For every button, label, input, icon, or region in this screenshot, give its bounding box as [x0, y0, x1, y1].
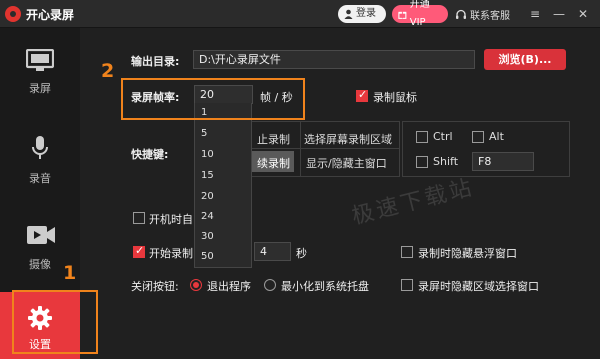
start-record-seconds-input[interactable]: 4: [254, 242, 291, 261]
headset-icon: [456, 9, 466, 19]
login-label: 登录: [356, 8, 376, 19]
hotkey-key-input[interactable]: F8: [472, 152, 534, 171]
annotation-number-1: 1: [63, 262, 77, 284]
app-title: 开心录屏: [26, 8, 75, 22]
vip-label: 开通VIP: [409, 0, 430, 28]
hotkey-action-resume[interactable]: 续录制: [257, 155, 290, 171]
microphone-icon: [32, 136, 48, 159]
framerate-option[interactable]: 50: [201, 251, 214, 262]
framerate-option[interactable]: 20: [201, 191, 214, 202]
title-bar: 开心录屏 登录 开通VIP 联系客服 ≡ — ✕: [0, 0, 600, 28]
hotkey-action-select-region[interactable]: 选择屏幕录制区域: [304, 131, 392, 147]
close-exit-radio[interactable]: [190, 279, 202, 291]
hide-float-checkbox[interactable]: [401, 246, 413, 258]
ctrl-label: Ctrl: [433, 130, 453, 143]
sidebar-item-audio[interactable]: 录音: [0, 126, 80, 192]
output-dir-label: 输出目录:: [131, 55, 180, 68]
gift-icon: [398, 11, 407, 19]
framerate-option[interactable]: 24: [201, 211, 214, 222]
service-label: 联系客服: [470, 11, 510, 22]
hide-region-checkbox[interactable]: [401, 279, 413, 291]
annotation-number-2: 2: [101, 60, 115, 82]
framerate-option[interactable]: 15: [201, 170, 214, 181]
close-icon[interactable]: ✕: [576, 7, 590, 21]
watermark-text: 极速下载站: [349, 175, 477, 230]
framerate-option[interactable]: 5: [201, 128, 207, 139]
app-logo-icon: [5, 6, 21, 22]
sidebar-item-label: 录音: [29, 172, 51, 185]
browse-button[interactable]: 浏览(B)...: [484, 49, 566, 70]
startup-checkbox[interactable]: [133, 212, 145, 224]
shift-label: Shift: [433, 155, 459, 168]
user-icon: [344, 9, 353, 19]
minimize-icon[interactable]: —: [552, 7, 566, 21]
start-record-checkbox[interactable]: [133, 244, 145, 258]
hotkeys-label: 快捷键:: [131, 148, 169, 161]
output-dir-input[interactable]: D:\开心录屏文件: [193, 50, 475, 69]
hotkey-action-stop[interactable]: 止录制: [257, 131, 290, 147]
hide-region-label: 录屏时隐藏区域选择窗口: [418, 280, 539, 293]
contact-service-link[interactable]: 联系客服: [455, 7, 510, 22]
close-minimize-radio[interactable]: [264, 279, 276, 291]
shift-checkbox[interactable]: [416, 156, 428, 168]
camera-icon: [27, 226, 55, 244]
sidebar-item-label: 录屏: [29, 82, 51, 95]
framerate-option[interactable]: 30: [201, 231, 214, 242]
startup-label: 开机时自: [149, 213, 193, 226]
menu-icon[interactable]: ≡: [528, 7, 542, 21]
close-minimize-label: 最小化到系统托盘: [281, 280, 369, 293]
sidebar-item-screen[interactable]: 录屏: [0, 36, 80, 102]
close-button-label: 关闭按钮:: [131, 280, 179, 293]
alt-label: Alt: [489, 130, 504, 143]
framerate-option[interactable]: 10: [201, 149, 214, 160]
record-mouse-label: 录制鼠标: [373, 91, 417, 104]
seconds-unit: 秒: [296, 247, 307, 260]
annotation-box-framerate: [121, 78, 305, 120]
record-mouse-checkbox[interactable]: [356, 88, 368, 102]
login-button[interactable]: 登录: [338, 5, 386, 23]
vip-button[interactable]: 开通VIP: [392, 0, 448, 28]
hide-float-label: 录制时隐藏悬浮窗口: [418, 247, 517, 260]
framerate-dropdown-list: 1 5 10 15 20 24 30 50: [194, 103, 252, 268]
annotation-box-settings: [12, 290, 98, 354]
monitor-icon: [26, 49, 54, 71]
start-record-label: 开始录制: [149, 247, 193, 260]
alt-checkbox[interactable]: [472, 131, 484, 143]
hotkey-action-toggle-window[interactable]: 显示/隐藏主窗口: [306, 155, 387, 171]
ctrl-checkbox[interactable]: [416, 131, 428, 143]
close-exit-label: 退出程序: [207, 280, 251, 293]
